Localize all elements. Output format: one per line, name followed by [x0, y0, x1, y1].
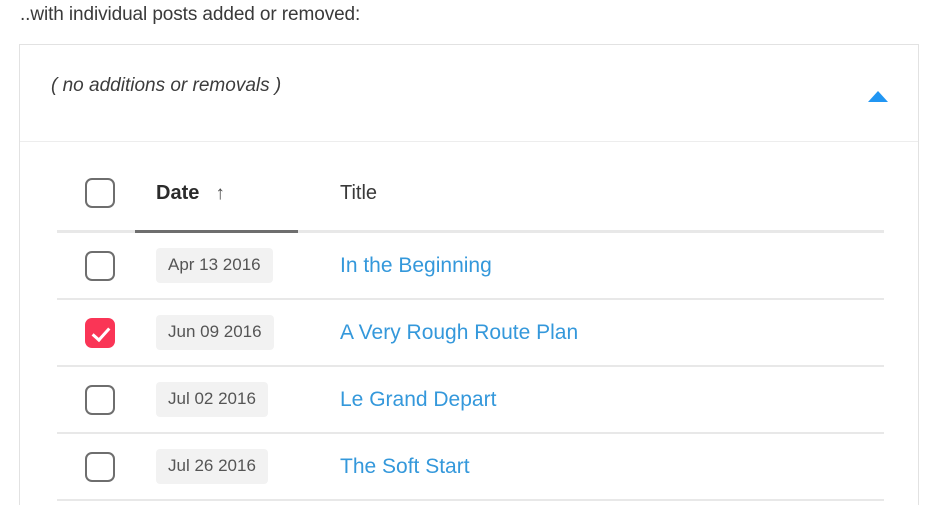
post-title-link[interactable]: In the Beginning	[340, 254, 492, 277]
column-header-title-label: Title	[340, 181, 378, 204]
row-checkbox-checked[interactable]	[85, 317, 115, 348]
row-date-cell: Jun 09 2016	[135, 299, 298, 367]
table-row: Apr 13 2016 In the Beginning	[57, 231, 884, 300]
row-select-cell	[57, 433, 135, 501]
row-date-cell: Jul 26 2016	[135, 433, 298, 501]
posts-table-container: Date ↑ Title Apr 13 2016 In the Beginning…	[20, 170, 918, 501]
sort-ascending-icon: ↑	[215, 182, 225, 204]
row-title-cell: In the Beginning	[298, 231, 884, 300]
post-title-link[interactable]: A Very Rough Route Plan	[340, 321, 578, 344]
table-header-row: Date ↑ Title	[57, 170, 884, 233]
row-date-cell: Apr 13 2016	[135, 231, 298, 300]
row-date-cell: Jul 02 2016	[135, 366, 298, 434]
column-header-date-label: Date	[156, 181, 200, 204]
select-all-checkbox[interactable]	[85, 178, 115, 208]
caret-up-icon	[868, 91, 888, 102]
date-badge: Apr 13 2016	[156, 248, 273, 283]
row-checkbox[interactable]	[85, 384, 115, 415]
row-title-cell: The Soft Start	[298, 433, 884, 501]
table-body: Apr 13 2016 In the Beginning Jun 09 2016 A …	[57, 231, 884, 501]
table-header: Date ↑ Title	[57, 170, 884, 233]
row-select-cell	[57, 299, 135, 367]
no-changes-label: ( no additions or removals )	[51, 75, 282, 96]
collapse-toggle-button[interactable]	[862, 81, 894, 109]
table-row: Jun 09 2016 A Very Rough Route Plan	[57, 299, 884, 367]
row-select-cell	[57, 366, 135, 434]
row-title-cell: Le Grand Depart	[298, 366, 884, 434]
posts-table: Date ↑ Title Apr 13 2016 In the Beginning…	[57, 170, 884, 501]
table-row: Jul 02 2016 Le Grand Depart	[57, 366, 884, 434]
date-badge: Jul 02 2016	[156, 382, 268, 417]
post-title-link[interactable]: The Soft Start	[340, 455, 470, 478]
page-title: ..with individual posts added or removed…	[20, 4, 361, 25]
date-badge: Jun 09 2016	[156, 315, 274, 350]
row-checkbox[interactable]	[85, 451, 115, 482]
column-header-date[interactable]: Date ↑	[135, 170, 298, 233]
panel-header: ( no additions or removals )	[20, 45, 918, 142]
table-row: Jul 26 2016 The Soft Start	[57, 433, 884, 501]
post-title-link[interactable]: Le Grand Depart	[340, 388, 496, 411]
date-badge: Jul 26 2016	[156, 449, 268, 484]
row-select-cell	[57, 231, 135, 300]
select-all-header	[57, 170, 135, 233]
row-checkbox[interactable]	[85, 250, 115, 281]
column-header-title[interactable]: Title	[298, 170, 884, 233]
column-header-date-inner[interactable]: Date ↑	[156, 182, 225, 205]
row-title-cell: A Very Rough Route Plan	[298, 299, 884, 367]
posts-diff-panel: ( no additions or removals ) Date ↑ Titl…	[19, 44, 919, 505]
